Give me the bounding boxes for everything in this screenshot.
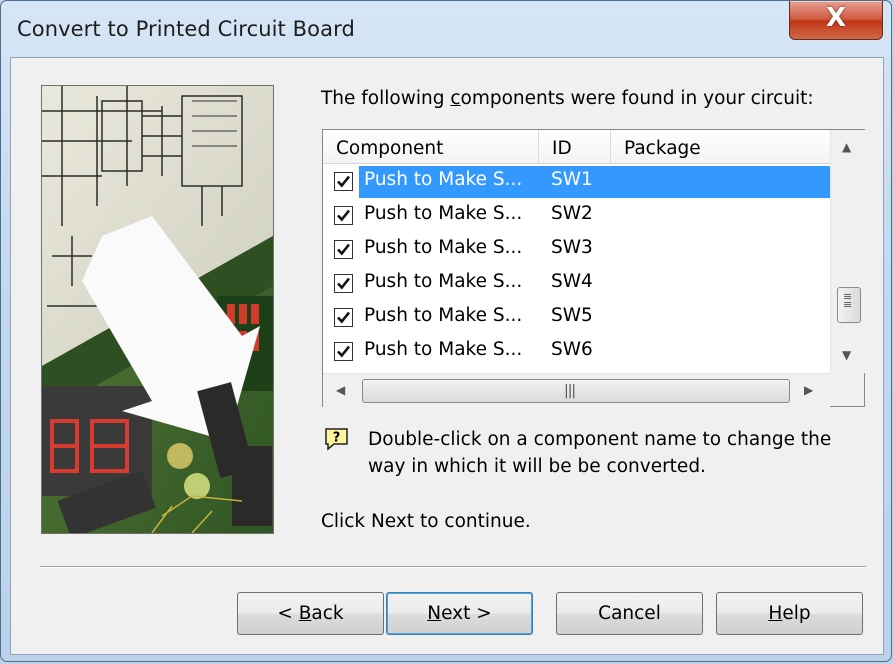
cancel-button[interactable]: Cancel [556, 592, 703, 635]
list-item[interactable]: Push to Make S... SW6 [323, 336, 830, 370]
scroll-right-icon[interactable]: ▶ [804, 383, 813, 397]
next-button[interactable]: Next > [386, 592, 533, 635]
scrollbar-corner [830, 373, 864, 406]
list-header: Component ID Package [323, 130, 830, 164]
back-button[interactable]: < Back [237, 592, 384, 635]
horizontal-scroll-thumb[interactable]: ||| [362, 379, 790, 403]
list-item[interactable]: Push to Make S... SW2 [323, 200, 830, 234]
scroll-up-icon[interactable]: ▲ [842, 140, 851, 154]
component-name: Push to Make S... [364, 237, 523, 258]
hint-text: Double-click on a component name to chan… [368, 429, 832, 477]
close-icon: X [825, 3, 847, 33]
help-button[interactable]: Help [716, 592, 863, 635]
intro-text: The following components were found in y… [321, 88, 814, 109]
grip-icon: ||| [564, 383, 576, 399]
title-bar[interactable]: Convert to Printed Circuit Board X [1, 1, 891, 57]
dialog-client-area: The following components were found in y… [10, 57, 884, 655]
checkbox-checked-icon[interactable] [334, 240, 353, 259]
vertical-scroll-thumb[interactable]: ≡ ≡ [837, 287, 861, 323]
checkbox-checked-icon[interactable] [334, 308, 353, 327]
column-header-id[interactable]: ID [539, 130, 611, 163]
window-title: Convert to Printed Circuit Board [17, 17, 355, 41]
component-name: Push to Make S... [364, 305, 523, 326]
separator [40, 566, 866, 568]
column-header-component[interactable]: Component [323, 130, 539, 163]
wizard-illustration [41, 85, 274, 534]
component-name: Push to Make S... [364, 271, 523, 292]
dialog-window: Convert to Printed Circuit Board X The f… [0, 0, 892, 662]
checkbox-checked-icon[interactable] [334, 172, 353, 191]
component-id: SW4 [551, 271, 593, 292]
list-item[interactable]: Push to Make S... SW3 [323, 234, 830, 268]
component-id: SW3 [551, 237, 593, 258]
component-id: SW2 [551, 203, 593, 224]
component-name: Push to Make S... [364, 169, 523, 190]
list-item[interactable]: Push to Make S... SW4 [323, 268, 830, 302]
component-id: SW6 [551, 339, 593, 360]
continue-text: Click Next to continue. [321, 511, 531, 532]
svg-text:?: ? [333, 431, 341, 446]
checkbox-checked-icon[interactable] [334, 206, 353, 225]
help-hint-icon: ? [324, 427, 349, 451]
vertical-scrollbar[interactable]: ▲ ≡ ≡ ▼ [830, 130, 865, 373]
checkbox-checked-icon[interactable] [334, 274, 353, 293]
component-name: Push to Make S... [364, 339, 523, 360]
component-name: Push to Make S... [364, 203, 523, 224]
list-item[interactable]: Push to Make S... SW5 [323, 302, 830, 336]
column-header-package[interactable]: Package [611, 130, 830, 163]
component-id: SW5 [551, 305, 593, 326]
grip-icon: ≡ ≡ [843, 290, 852, 311]
components-list[interactable]: Component ID Package Push to Make S... S… [322, 129, 865, 407]
list-item[interactable]: Push to Make S... SW1 [323, 166, 830, 200]
scroll-down-icon[interactable]: ▼ [842, 348, 851, 362]
checkbox-checked-icon[interactable] [334, 342, 353, 361]
scroll-left-icon[interactable]: ◀ [336, 383, 345, 397]
horizontal-scrollbar[interactable]: ◀ ||| ▶ [323, 373, 830, 407]
component-id: SW1 [551, 169, 593, 190]
close-button[interactable]: X [789, 1, 883, 40]
